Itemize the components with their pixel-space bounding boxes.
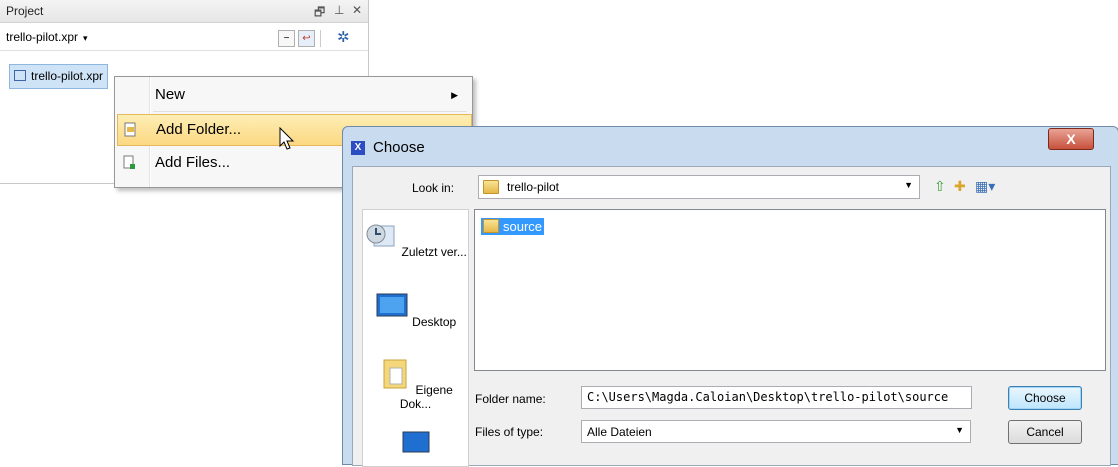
chevron-down-icon: ▾ — [83, 33, 88, 43]
tree-item-project[interactable]: trello-pilot.xpr — [9, 64, 109, 89]
app-icon: X — [351, 141, 365, 155]
place-recent[interactable]: Zuletzt ver... — [363, 220, 468, 259]
places-bar: Zuletzt ver... Desktop Eigene Dok... — [362, 209, 469, 467]
restore-icon[interactable]: 🗗 — [314, 3, 325, 24]
desktop-icon — [376, 293, 408, 317]
project-file-dropdown[interactable]: trello-pilot.xpr ▾ — [6, 30, 88, 44]
choose-dialog: X Choose X Look in: trello-pilot ▼ ⇧ ✚ ▦… — [342, 126, 1118, 467]
tree-item-label: trello-pilot.xpr — [31, 69, 104, 83]
computer-icon — [402, 431, 429, 453]
menu-item-new[interactable]: New ▶ — [117, 80, 470, 110]
documents-icon — [383, 359, 407, 389]
dialog-title: Choose — [373, 139, 425, 156]
cancel-button[interactable]: Cancel — [1008, 420, 1082, 444]
back-icon[interactable]: ↩ — [298, 30, 315, 47]
collapse-icon[interactable]: − — [278, 30, 295, 47]
close-icon[interactable]: ✕ — [352, 3, 362, 17]
menu-item-label: Add Folder... — [156, 121, 242, 138]
view-menu-icon[interactable]: ▦▾ — [975, 178, 995, 195]
place-label: Desktop — [412, 315, 457, 329]
pin-icon[interactable]: ⊥ — [334, 3, 344, 17]
menu-item-label: New — [155, 86, 186, 103]
add-folder-icon — [124, 122, 136, 137]
folder-icon — [483, 219, 499, 233]
folder-icon — [483, 180, 499, 194]
project-toolbar: trello-pilot.xpr ▾ − ↩ ✲ — [0, 23, 368, 51]
place-label: Zuletzt ver... — [401, 245, 467, 259]
chevron-down-icon: ▼ — [955, 425, 964, 435]
mouse-cursor-icon — [279, 127, 295, 150]
up-folder-icon[interactable]: ⇧ — [934, 178, 946, 195]
dialog-body: Look in: trello-pilot ▼ ⇧ ✚ ▦▾ Zuletzt v… — [352, 166, 1111, 467]
submenu-arrow-icon: ▶ — [451, 90, 458, 100]
menu-separator — [153, 111, 467, 112]
look-in-dropdown[interactable]: trello-pilot ▼ — [478, 175, 920, 199]
file-list[interactable]: source — [474, 209, 1106, 371]
close-button[interactable]: X — [1048, 128, 1094, 150]
dialog-titlebar[interactable]: X Choose X — [343, 127, 1118, 167]
project-file-icon — [14, 70, 26, 81]
project-file-name: trello-pilot.xpr — [6, 30, 79, 44]
folder-name-input[interactable]: C:\Users\Magda.Caloian\Desktop\trello-pi… — [581, 386, 972, 409]
add-files-icon — [123, 155, 135, 169]
panel-title: Project — [6, 4, 44, 18]
settings-icon[interactable]: ✲ — [337, 28, 350, 46]
chevron-down-icon: ▼ — [904, 180, 913, 190]
file-type-dropdown[interactable]: Alle Dateien ▼ — [581, 420, 971, 443]
recent-icon — [366, 224, 395, 247]
panel-header: Project 🗗 ⊥ ✕ — [0, 0, 368, 23]
new-folder-icon[interactable]: ✚ — [954, 178, 966, 195]
menu-item-label: Add Files... — [155, 154, 231, 171]
look-in-value: trello-pilot — [507, 180, 560, 194]
choose-button[interactable]: Choose — [1008, 386, 1082, 410]
file-type-label: Files of type: — [475, 425, 544, 439]
place-computer[interactable] — [363, 426, 468, 465]
file-item-label: source — [503, 219, 543, 234]
toolbar-divider — [320, 30, 321, 47]
place-desktop[interactable]: Desktop — [363, 290, 468, 329]
file-type-value: Alle Dateien — [587, 425, 652, 439]
file-item-source[interactable]: source — [481, 218, 545, 235]
folder-name-label: Folder name: — [475, 392, 546, 406]
place-documents[interactable]: Eigene Dok... — [363, 358, 468, 411]
look-in-label: Look in: — [412, 181, 455, 195]
